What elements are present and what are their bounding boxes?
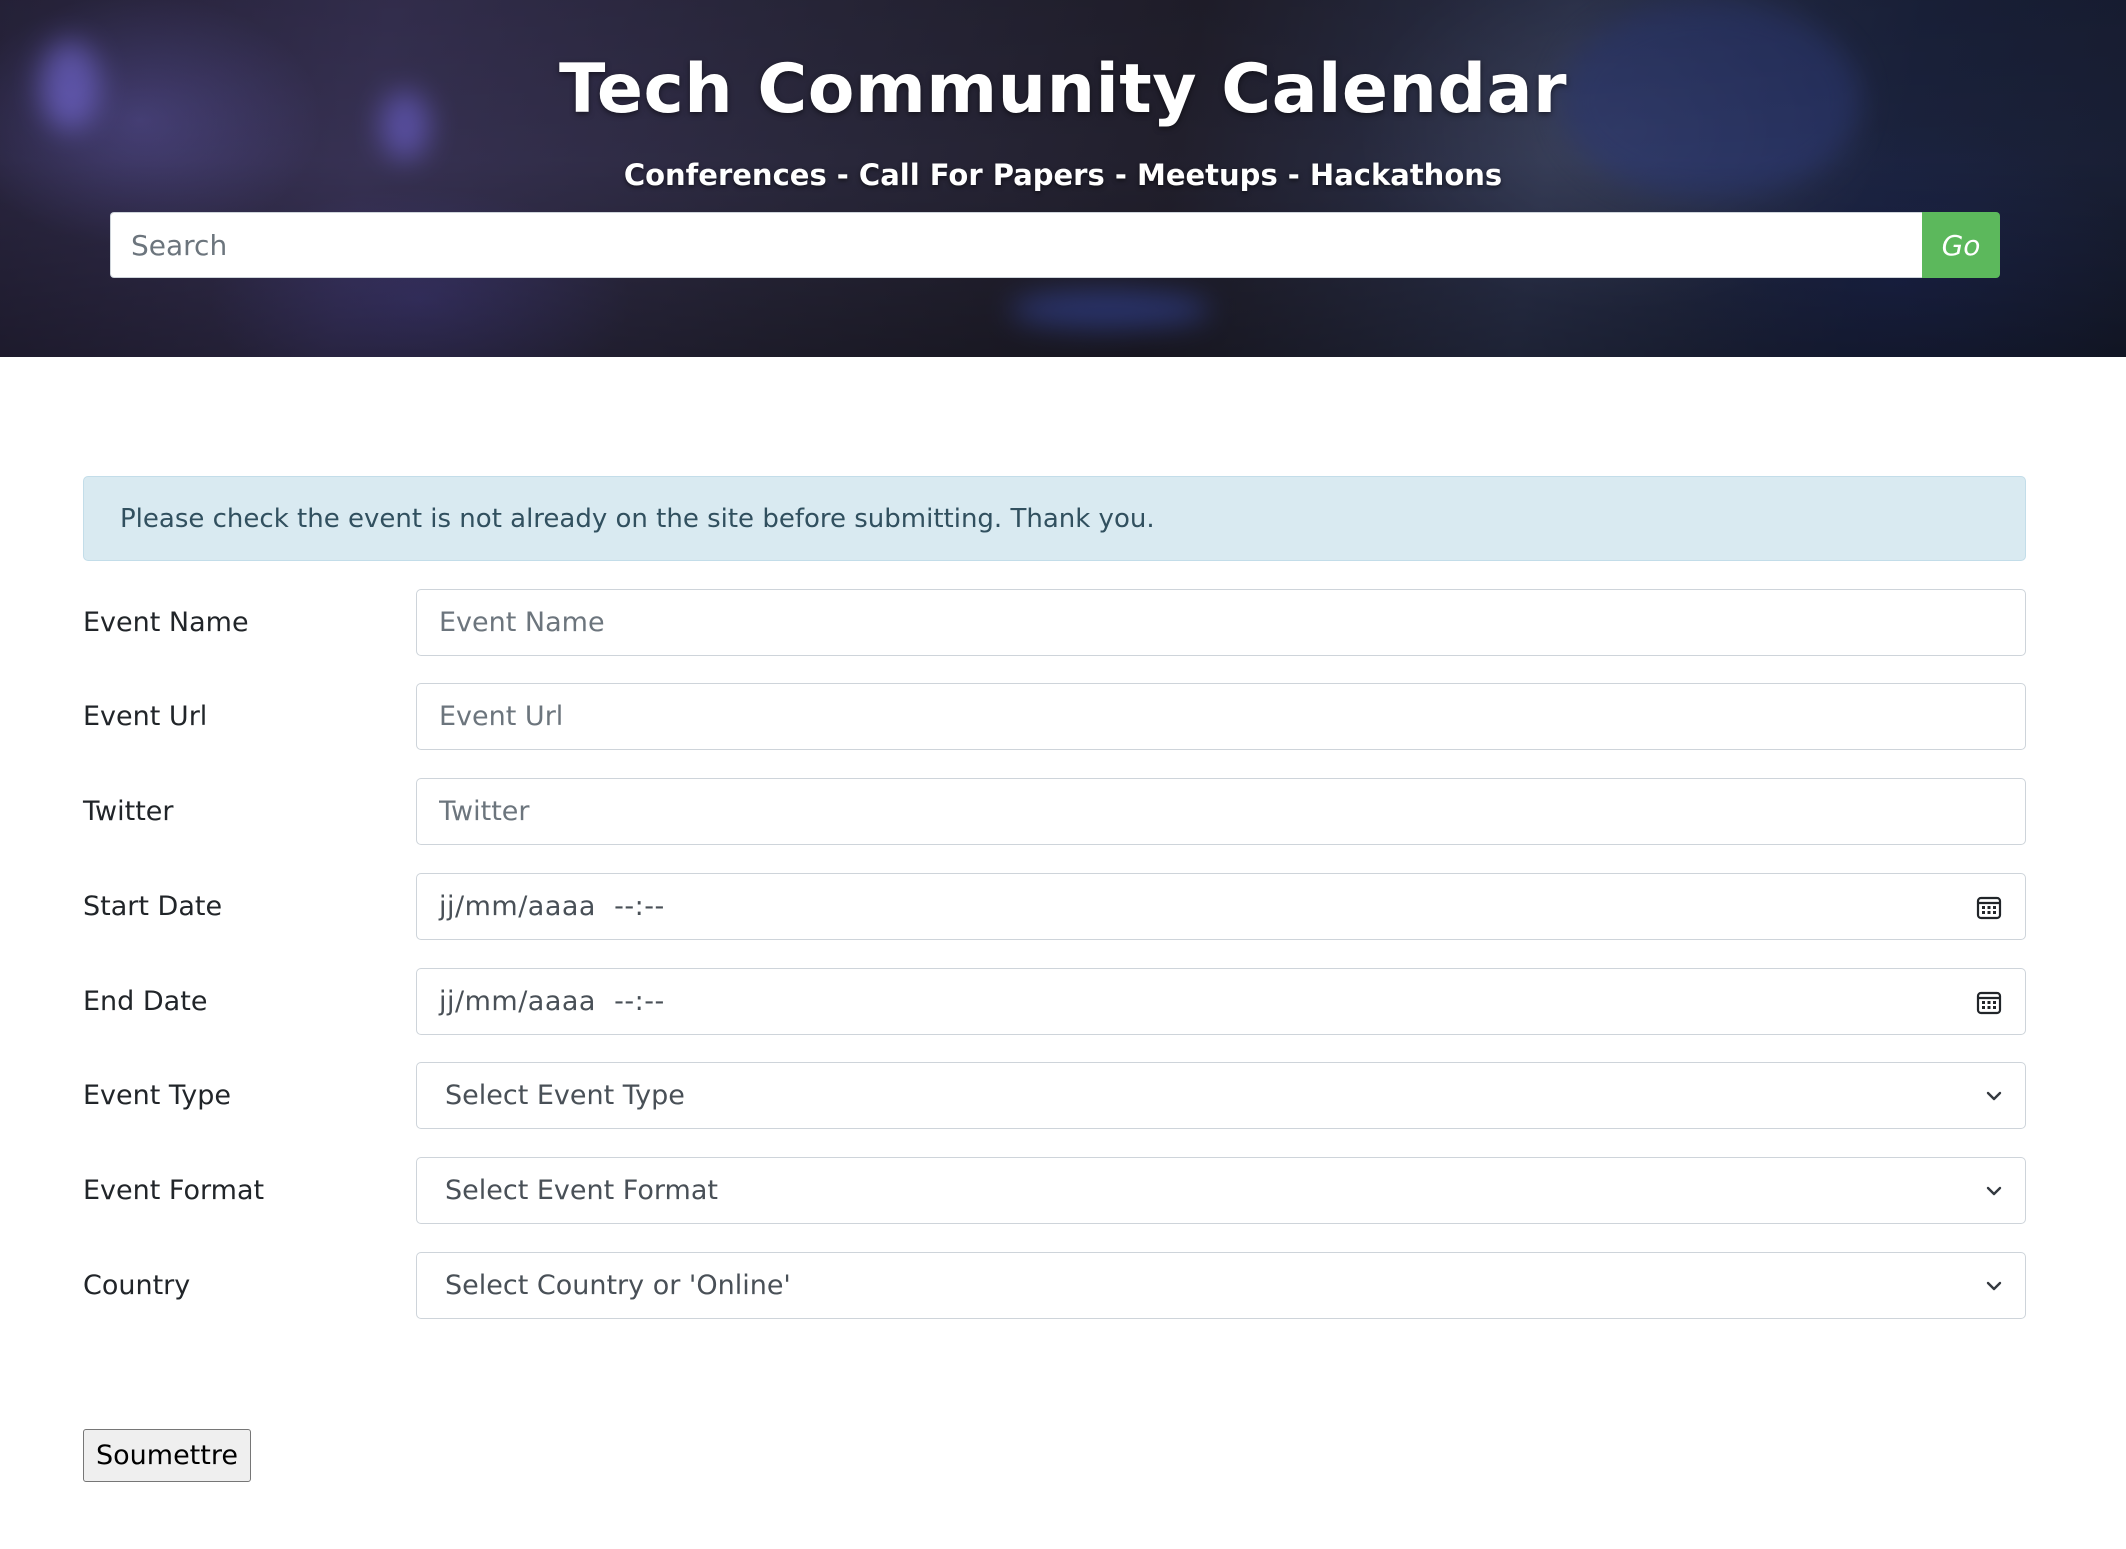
- country-selected: Select Country or 'Online': [445, 1270, 791, 1301]
- event-format-selected: Select Event Format: [445, 1175, 718, 1206]
- event-format-row: Event Format Select Event Format: [83, 1157, 2026, 1224]
- end-date-input[interactable]: jj/mm/aaaa --:--: [416, 968, 2026, 1035]
- go-button[interactable]: Go: [1922, 212, 2000, 278]
- chevron-down-icon: [1985, 1182, 2003, 1200]
- start-date-input[interactable]: jj/mm/aaaa --:--: [416, 873, 2026, 940]
- submit-event-form: Please check the event is not already on…: [83, 476, 2026, 1319]
- hero-banner: Tech Community Calendar Conferences - Ca…: [0, 0, 2126, 357]
- chevron-down-icon: [1985, 1277, 2003, 1295]
- page-title: Tech Community Calendar: [558, 50, 1568, 129]
- event-format-label: Event Format: [83, 1175, 265, 1206]
- twitter-label: Twitter: [83, 796, 174, 827]
- twitter-input[interactable]: [416, 778, 2026, 845]
- event-name-input[interactable]: [416, 589, 2026, 656]
- end-date-row: End Date jj/mm/aaaa --:--: [83, 968, 2026, 1035]
- search-input[interactable]: [110, 212, 1922, 278]
- start-date-row: Start Date jj/mm/aaaa --:--: [83, 873, 2026, 940]
- end-date-value: jj/mm/aaaa --:--: [439, 986, 665, 1017]
- country-select[interactable]: Select Country or 'Online': [416, 1252, 2026, 1319]
- event-name-row: Event Name: [83, 589, 2026, 656]
- event-format-select[interactable]: Select Event Format: [416, 1157, 2026, 1224]
- event-type-selected: Select Event Type: [445, 1080, 685, 1111]
- search-bar: Go: [110, 212, 2000, 278]
- event-url-row: Event Url: [83, 683, 2026, 750]
- start-date-value: jj/mm/aaaa --:--: [439, 891, 665, 922]
- calendar-icon[interactable]: [1975, 988, 2003, 1016]
- calendar-icon[interactable]: [1975, 893, 2003, 921]
- chevron-down-icon: [1985, 1087, 2003, 1105]
- twitter-row: Twitter: [83, 778, 2026, 845]
- info-alert: Please check the event is not already on…: [83, 476, 2026, 561]
- country-label: Country: [83, 1270, 191, 1301]
- page-subtitle: Conferences - Call For Papers - Meetups …: [623, 158, 1503, 192]
- event-type-row: Event Type Select Event Type: [83, 1062, 2026, 1129]
- event-type-label: Event Type: [83, 1080, 231, 1111]
- country-row: Country Select Country or 'Online': [83, 1252, 2026, 1319]
- end-date-label: End Date: [83, 986, 208, 1017]
- submit-button[interactable]: Soumettre: [83, 1429, 251, 1482]
- event-url-input[interactable]: [416, 683, 2026, 750]
- event-url-label: Event Url: [83, 701, 208, 732]
- start-date-label: Start Date: [83, 891, 223, 922]
- event-name-label: Event Name: [83, 607, 249, 638]
- event-type-select[interactable]: Select Event Type: [416, 1062, 2026, 1129]
